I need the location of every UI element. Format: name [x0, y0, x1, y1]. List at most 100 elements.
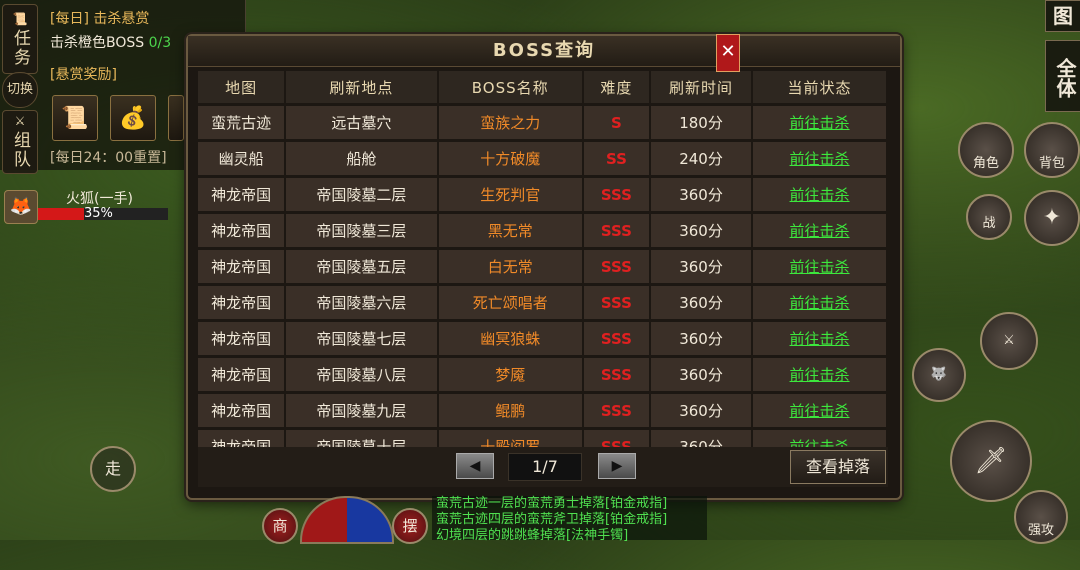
compass-icon: ✦ [1042, 205, 1062, 230]
shop-button[interactable]: 商 [262, 508, 298, 544]
character-label: 角色 [972, 156, 999, 171]
cell-refresh-time: 360分 [651, 250, 754, 283]
objective-text: 击杀橙色BOSS [50, 35, 145, 51]
header-map: 地图 [198, 71, 287, 103]
close-button[interactable]: ✕ [716, 34, 740, 72]
tab-quest[interactable]: 📜 任务 [2, 4, 38, 74]
tab-team-label: 组队 [10, 131, 30, 169]
go-kill-link[interactable]: 前往击杀 [753, 214, 888, 247]
cell-refresh-time: 360分 [651, 322, 754, 355]
stall-button[interactable]: 摆 [392, 508, 428, 544]
dialog-title: BOSS查询 [188, 36, 900, 67]
go-kill-link[interactable]: 前往击杀 [753, 394, 888, 427]
cell-map: 神龙帝国 [198, 214, 287, 247]
quest-header[interactable]: [每日] 击杀悬赏 [50, 8, 149, 28]
cell-refresh-time: 240分 [651, 142, 754, 175]
bag-label: 背包 [1038, 156, 1065, 171]
battle-mode-button[interactable]: 战 [966, 194, 1012, 240]
cell-location: 帝国陵墓九层 [286, 394, 439, 427]
cell-difficulty: SSS [583, 286, 651, 319]
chat-line: 幻境四层的跳跳蜂掉落[法神手镯] [436, 528, 629, 543]
cell-map: 蛮荒古迹 [198, 106, 287, 139]
table-row: 神龙帝国 帝国陵墓三层 黑无常 SSS 360分 前往击杀 [198, 214, 888, 247]
skill-icon: ⚔ [1003, 333, 1015, 348]
pager-bar: ◀ 1/7 ▶ 查看掉落 [198, 447, 888, 487]
prev-page-button[interactable]: ◀ [456, 453, 494, 479]
table-row: 神龙帝国 帝国陵墓七层 幽冥狼蛛 SSS 360分 前往击杀 [198, 322, 888, 355]
skill-button-2[interactable]: 🐺 [912, 348, 966, 402]
close-icon: ✕ [720, 41, 736, 62]
objective-progress: 0/3 [148, 35, 172, 51]
reward-item-partial[interactable] [168, 95, 184, 141]
header-refresh-time: 刷新时间 [651, 71, 754, 103]
pet-name: 火狐(一手) [66, 191, 133, 207]
header-boss-name: BOSS名称 [438, 71, 584, 103]
map-button[interactable]: 图 [1045, 0, 1080, 32]
power-attack-button[interactable]: 强攻 [1014, 490, 1068, 544]
cell-map: 神龙帝国 [198, 286, 287, 319]
sword-icon: 🗡 [974, 446, 1008, 476]
cell-boss-name: 幽冥狼蛛 [438, 322, 584, 355]
cell-boss-name: 梦魇 [438, 358, 584, 391]
fox-icon: 🦊 [4, 190, 38, 224]
chat-log[interactable]: 蛮荒古迹一层的蛮荒勇士掉落[铂金戒指] 蛮荒古迹四层的蛮荒斧卫掉落[铂金戒指] … [432, 496, 707, 543]
go-kill-link[interactable]: 前往击杀 [753, 322, 888, 355]
cell-location: 帝国陵墓七层 [286, 322, 439, 355]
cell-difficulty: SSS [583, 250, 651, 283]
character-button[interactable]: 角色 [958, 122, 1014, 178]
sword-icon: ⚔ [14, 114, 26, 128]
table-row: 神龙帝国 帝国陵墓五层 白无常 SSS 360分 前往击杀 [198, 250, 888, 283]
all-channel-button[interactable]: 全体 [1045, 40, 1080, 112]
go-kill-link[interactable]: 前往击杀 [753, 286, 888, 319]
go-kill-link[interactable]: 前往击杀 [753, 250, 888, 283]
next-page-button[interactable]: ▶ [598, 453, 636, 479]
reward-item-scroll[interactable]: 📜 [52, 95, 98, 141]
quest-title: 击杀悬赏 [93, 11, 150, 27]
cell-boss-name: 鲲鹏 [438, 394, 584, 427]
compass-button[interactable]: ✦ [1024, 190, 1080, 246]
skill-button-1[interactable]: ⚔ [980, 312, 1038, 370]
skill-icon: 🐺 [930, 367, 948, 382]
cell-location: 帝国陵墓二层 [286, 178, 439, 211]
boss-table: 地图 刷新地点 BOSS名称 难度 刷新时间 当前状态 蛮荒古迹 远古墓穴 蛮族之力… [198, 68, 888, 466]
table-row: 蛮荒古迹 远古墓穴 蛮族之力 S 180分 前往击杀 [198, 106, 888, 139]
table-row: 神龙帝国 帝国陵墓二层 生死判官 SSS 360分 前往击杀 [198, 178, 888, 211]
cell-location: 船舱 [286, 142, 439, 175]
quest-objective[interactable]: 击杀橙色BOSS 0/3 [50, 32, 171, 52]
go-kill-link[interactable]: 前往击杀 [753, 142, 888, 175]
bag-button[interactable]: 背包 [1024, 122, 1080, 178]
cell-boss-name: 十方破魔 [438, 142, 584, 175]
cell-difficulty: SSS [583, 214, 651, 247]
cell-map: 神龙帝国 [198, 322, 287, 355]
cell-refresh-time: 360分 [651, 394, 754, 427]
pet-status[interactable]: 🦊 火狐(一手) 35% [0, 188, 190, 228]
go-kill-link[interactable]: 前往击杀 [753, 358, 888, 391]
cell-location: 帝国陵墓五层 [286, 250, 439, 283]
go-kill-link[interactable]: 前往击杀 [753, 106, 888, 139]
cell-difficulty: SSS [583, 394, 651, 427]
cell-boss-name: 死亡颂唱者 [438, 286, 584, 319]
cell-boss-name: 蛮族之力 [438, 106, 584, 139]
cell-difficulty: SS [583, 142, 651, 175]
table-row: 神龙帝国 帝国陵墓八层 梦魇 SSS 360分 前往击杀 [198, 358, 888, 391]
switch-button[interactable]: 切换 [2, 72, 38, 108]
power-attack-label: 强攻 [1027, 523, 1054, 538]
cell-map: 幽灵船 [198, 142, 287, 175]
chevron-left-icon: ◀ [469, 458, 481, 474]
cell-map: 神龙帝国 [198, 358, 287, 391]
walk-toggle-button[interactable]: 走 [90, 446, 136, 492]
reward-item-gold[interactable]: 💰 [110, 95, 156, 141]
battle-label: 战 [982, 216, 996, 231]
cell-map: 神龙帝国 [198, 394, 287, 427]
cell-boss-name: 生死判官 [438, 178, 584, 211]
cell-refresh-time: 360分 [651, 358, 754, 391]
main-attack-button[interactable]: 🗡 [950, 420, 1032, 502]
view-drops-button[interactable]: 查看掉落 [790, 450, 886, 484]
reward-label: [悬赏奖励] [50, 67, 117, 83]
pet-hp-percent: 35% [84, 206, 113, 221]
go-kill-link[interactable]: 前往击杀 [753, 178, 888, 211]
scroll-icon: 📜 [12, 12, 28, 26]
tab-team[interactable]: ⚔ 组队 [2, 110, 38, 174]
cell-location: 帝国陵墓八层 [286, 358, 439, 391]
gold-icon: 💰 [119, 105, 147, 131]
